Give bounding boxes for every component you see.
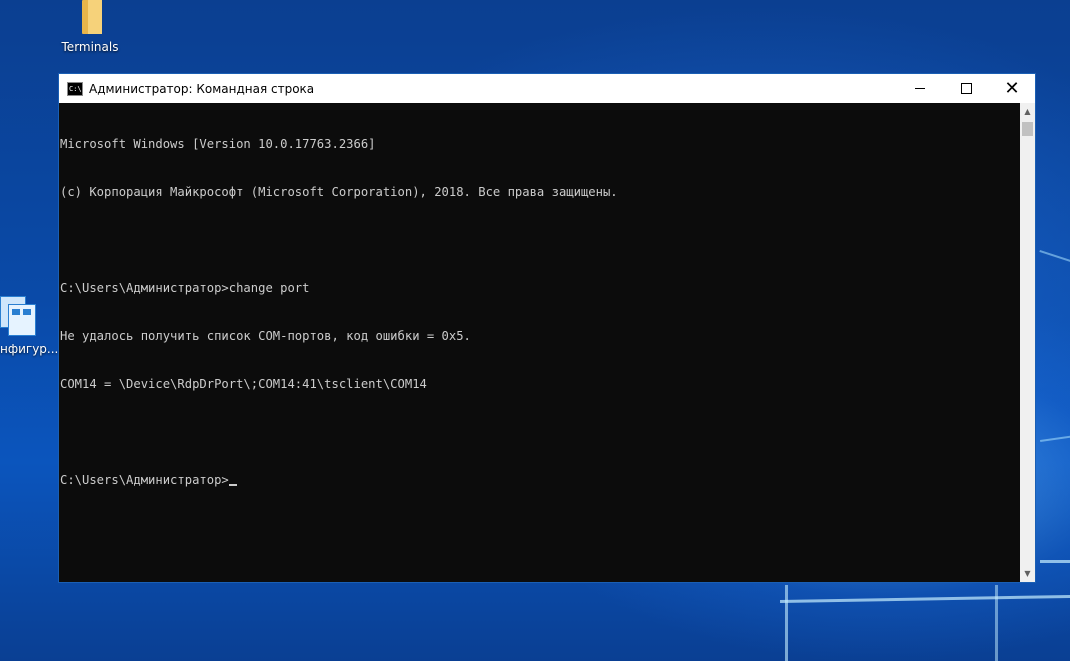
close-icon: ✕ — [1004, 78, 1020, 99]
window-title: Администратор: Командная строка — [89, 81, 315, 96]
desktop-icon-server-config[interactable]: нфигур... — [0, 292, 60, 356]
console-line: Не удалось получить список COM-портов, к… — [60, 329, 471, 343]
console-line: Microsoft Windows [Version 10.0.17763.23… — [60, 137, 376, 151]
desktop-icon-label: Terminals — [61, 40, 119, 54]
maximize-button[interactable] — [943, 74, 989, 103]
chevron-up-icon: ▲ — [1024, 107, 1031, 116]
minimize-button[interactable] — [897, 74, 943, 103]
wallpaper-light-beam — [1040, 431, 1070, 442]
chevron-down-icon: ▼ — [1024, 569, 1031, 578]
console-line: COM14 = \Device\RdpDrPort\;COM14:41\tscl… — [60, 377, 427, 391]
title-bar[interactable]: C:\. Администратор: Командная строка ✕ — [59, 74, 1035, 103]
desktop-icon-terminals[interactable]: Terminals — [55, 0, 125, 54]
folder-icon — [76, 0, 104, 34]
scroll-thumb[interactable] — [1022, 122, 1033, 136]
wallpaper-light-beam — [1039, 250, 1070, 271]
close-button[interactable]: ✕ — [989, 74, 1035, 103]
desktop-icon-label: нфигур... — [0, 342, 59, 356]
wallpaper-light-beam — [1040, 560, 1070, 563]
wallpaper-light-beam — [780, 594, 1070, 603]
console-line: (c) Корпорация Майкрософт (Microsoft Cor… — [60, 185, 618, 199]
scroll-down-button[interactable]: ▼ — [1020, 565, 1035, 582]
cmd-icon[interactable]: C:\. — [67, 81, 83, 96]
cmd-window: C:\. Администратор: Командная строка ✕ M… — [58, 73, 1036, 583]
console-prompt-line[interactable]: C:\Users\Администратор> — [60, 472, 1019, 488]
console-output[interactable]: Microsoft Windows [Version 10.0.17763.23… — [59, 103, 1019, 582]
wallpaper-light-beam — [785, 585, 788, 661]
maximize-icon — [960, 83, 972, 94]
vertical-scrollbar[interactable]: ▲ ▼ — [1020, 103, 1035, 582]
server-config-icon — [0, 292, 36, 336]
wallpaper-light-beam — [995, 585, 998, 661]
console-line: C:\Users\Администратор>change port — [60, 281, 310, 295]
scroll-up-button[interactable]: ▲ — [1020, 103, 1035, 120]
minimize-icon — [915, 88, 925, 89]
console-prompt: C:\Users\Администратор> — [60, 473, 229, 487]
text-cursor — [228, 484, 237, 486]
